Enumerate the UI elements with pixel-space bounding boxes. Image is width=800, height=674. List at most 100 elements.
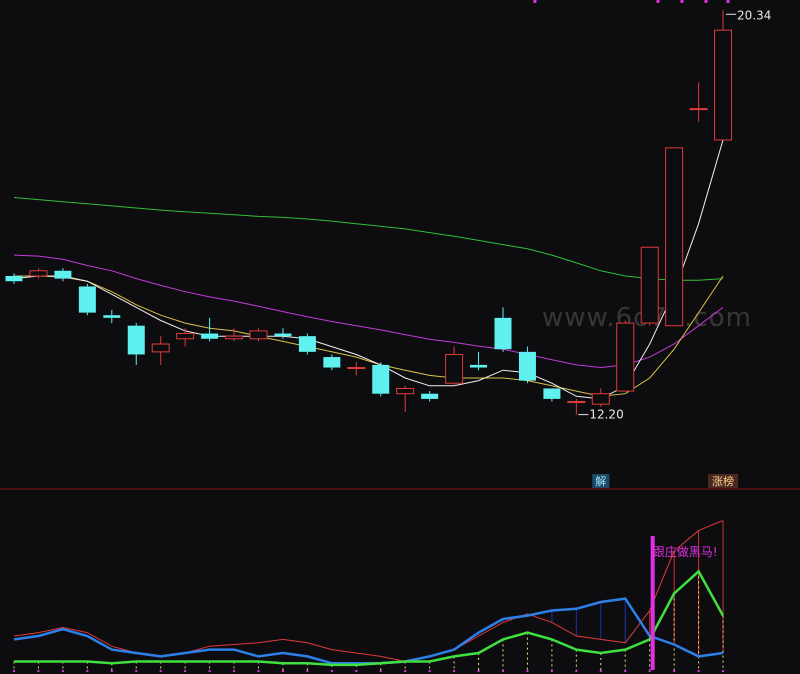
- candle: [5, 273, 23, 284]
- candle-body: [470, 364, 488, 368]
- candle-body: [127, 325, 145, 355]
- bottom-tick-marker: [306, 670, 309, 672]
- bottom-tick-marker: [184, 670, 187, 672]
- bottom-tick-marker: [379, 670, 382, 672]
- bottom-tick-marker: [86, 670, 89, 672]
- candle-body: [274, 333, 292, 337]
- bottom-tick-marker: [159, 670, 162, 672]
- candle-body: [616, 322, 635, 392]
- top-tick-marker: [680, 0, 684, 3]
- candle-body: [518, 351, 536, 381]
- candle: [518, 346, 536, 384]
- candle: [714, 10, 733, 141]
- bottom-tick-marker: [673, 670, 676, 672]
- candle: [201, 317, 219, 342]
- candle-body: [54, 270, 72, 279]
- bottom-tick-marker: [355, 670, 358, 672]
- candle: [396, 385, 415, 412]
- candle-body: [151, 343, 170, 353]
- candle: [54, 268, 72, 282]
- bottom-tick-marker: [722, 670, 725, 672]
- bottom-tick-marker: [13, 670, 15, 672]
- bottom-tick-marker: [135, 670, 138, 672]
- bottom-tick-marker: [453, 670, 456, 672]
- candle-body: [78, 286, 96, 313]
- candle: [470, 351, 488, 371]
- candle: [103, 310, 121, 324]
- flag-label: 涨榜: [712, 474, 734, 488]
- bottom-tick-marker: [257, 670, 260, 672]
- indicator-panel: 跟庄做黑马!: [13, 519, 725, 670]
- candle-body: [665, 147, 684, 327]
- candle-body: [640, 246, 659, 324]
- candle-body: [323, 357, 341, 368]
- top-tick-marker: [533, 0, 537, 3]
- candle: [616, 320, 635, 392]
- high-price-label: 20.34: [737, 8, 771, 22]
- candle: [689, 82, 708, 122]
- ma-green-line: [13, 197, 724, 281]
- bottom-tick-marker: [208, 670, 211, 672]
- candle-body: [714, 29, 733, 141]
- candle: [78, 283, 96, 316]
- candle-body: [689, 108, 708, 111]
- candle-body: [176, 333, 195, 340]
- candle: [445, 346, 464, 386]
- candle-body: [249, 330, 268, 340]
- bottom-tick-marker: [624, 670, 627, 672]
- candle: [323, 354, 341, 371]
- flag-label: 解: [595, 474, 606, 488]
- stock-chart: www.6o7o.com 20.34 12.20 解涨榜 跟庄做黑马!: [0, 0, 800, 672]
- candle-body: [567, 401, 586, 404]
- candle-body: [543, 388, 561, 399]
- bottom-tick-marker: [110, 670, 113, 672]
- bottom-tick-marker: [330, 670, 333, 672]
- candle: [591, 388, 610, 407]
- candle: [665, 147, 684, 327]
- top-tick-marker: [704, 0, 708, 3]
- bottom-tick-marker: [575, 670, 578, 672]
- indicator-blue-line: [13, 597, 724, 665]
- indicator-lines: [13, 519, 725, 670]
- candle-body: [421, 393, 439, 399]
- candle-body: [225, 335, 244, 340]
- candle-body: [347, 367, 366, 370]
- candle-body: [494, 317, 512, 350]
- candle-body: [103, 315, 121, 318]
- candle: [298, 333, 316, 355]
- candle-body: [29, 270, 48, 277]
- bottom-tick-marker: [233, 670, 236, 672]
- candlesticks: [5, 10, 733, 415]
- candle: [543, 388, 561, 402]
- bottom-tick-marker: [37, 670, 40, 672]
- candle: [176, 328, 195, 347]
- signal-flags: 解 涨榜: [592, 474, 739, 488]
- top-tick-marker: [726, 0, 730, 3]
- candle: [127, 323, 145, 365]
- candle: [640, 246, 659, 326]
- candle: [347, 362, 366, 376]
- candle: [249, 328, 268, 342]
- candle-body: [201, 333, 219, 339]
- bottom-tick-marker: [428, 670, 431, 672]
- candle-body: [298, 336, 316, 352]
- candle-body: [396, 387, 415, 395]
- candle: [151, 336, 170, 365]
- candle-body: [5, 276, 23, 282]
- bottom-tick-marker: [61, 670, 64, 672]
- candle: [372, 362, 390, 397]
- candle-body: [591, 393, 610, 405]
- bottom-tick-marker: [477, 670, 480, 672]
- indicator-red-line: [13, 519, 724, 663]
- bottom-tick-marker: [550, 670, 553, 672]
- candle-body: [372, 364, 390, 394]
- signal-note: 跟庄做黑马!: [653, 544, 718, 559]
- candle: [494, 307, 512, 352]
- bottom-tick-marker: [526, 670, 529, 672]
- top-tick-marker: [656, 0, 660, 3]
- bottom-tick-marker: [502, 670, 504, 672]
- bottom-tick-marker: [648, 670, 651, 672]
- bottom-tick-marker: [599, 670, 602, 672]
- candle-body: [445, 353, 464, 384]
- low-price-label: 12.20: [589, 408, 623, 422]
